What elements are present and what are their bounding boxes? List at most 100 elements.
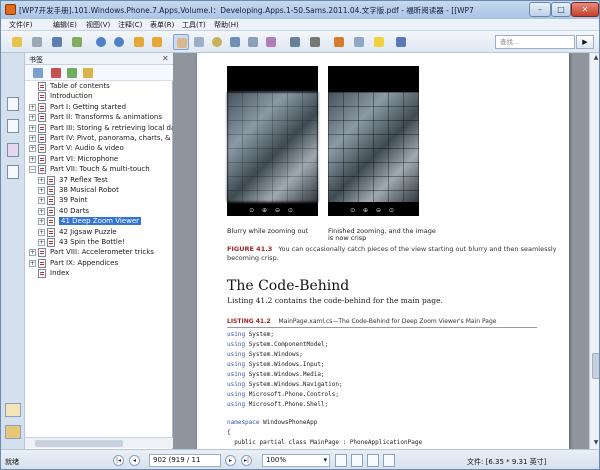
edit-button[interactable] [287, 34, 303, 50]
code-text: Microsoft.Phone.Controls; [248, 391, 339, 398]
bookmark-item[interactable]: +41 Deep Zoom Viewer [25, 216, 173, 227]
typewriter-button[interactable] [307, 34, 323, 50]
layers-tab-icon[interactable] [7, 165, 19, 179]
bookmark-item[interactable]: Index [25, 268, 173, 279]
menu-edit[interactable]: 编辑(E) [53, 20, 77, 30]
search-go-button[interactable]: ▶ [576, 35, 594, 49]
email-button[interactable] [69, 34, 85, 50]
find-button[interactable] [227, 34, 243, 50]
bookmark-item[interactable]: + Part II: Transforms & animations [25, 112, 173, 123]
back-button[interactable] [93, 34, 109, 50]
continuous-facing-icon[interactable] [383, 454, 395, 467]
document-view[interactable]: ⊙ ⊕ ⊖ ⊙ ⊙ ⊕ ⊖ ⊙ Blurry while zooming out… [173, 53, 589, 449]
expand-icon[interactable]: + [38, 218, 45, 226]
bookmark-item[interactable]: − Part VII: Touch & multi-touch [25, 164, 173, 175]
expand-icon[interactable]: + [38, 207, 45, 215]
bookmark-item[interactable]: +39 Paint [25, 195, 173, 206]
maximize-button[interactable]: □ [551, 2, 571, 17]
close-panel-icon[interactable]: ✕ [162, 54, 169, 63]
prev-view-button[interactable] [131, 34, 147, 50]
menu-comment[interactable]: 注释(C) [118, 20, 142, 30]
expand-icon[interactable]: + [38, 176, 45, 184]
bookmark-options-icon[interactable] [33, 68, 43, 78]
open-button[interactable] [9, 34, 25, 50]
attachments-icon[interactable] [5, 403, 21, 417]
bookmark-item[interactable]: +38 Musical Robot [25, 185, 173, 196]
bookmark-item[interactable]: + Part III: Storing & retrieving local da… [25, 123, 173, 134]
typewriter-icon [310, 37, 320, 47]
expand-icon[interactable]: + [29, 103, 36, 111]
bookmark-item[interactable]: Introduction [25, 91, 173, 102]
expand-icon[interactable]: + [38, 187, 45, 194]
annotations-tab-icon[interactable] [7, 143, 19, 157]
bookmark-item[interactable]: + Part IV: Pivot, panorama, charts, & g [25, 133, 173, 144]
expand-icon[interactable]: + [29, 114, 36, 122]
bookmark-item[interactable]: +37 Reflex Test [25, 175, 173, 186]
expand-icon[interactable]: + [38, 197, 45, 205]
expand-icon[interactable]: + [29, 135, 36, 142]
highlight-button[interactable] [371, 34, 387, 50]
pages-tab-icon[interactable] [7, 119, 19, 133]
print-button[interactable] [29, 34, 45, 50]
expand-icon[interactable]: + [29, 259, 36, 267]
next-view-button[interactable] [149, 34, 165, 50]
note-button[interactable] [351, 34, 367, 50]
expand-icon[interactable]: + [38, 228, 45, 236]
next-page-icon[interactable]: ▸ [225, 455, 236, 466]
expand-icon[interactable]: + [38, 239, 45, 246]
delete-bookmark-icon[interactable] [51, 68, 61, 78]
scroll-up-icon[interactable]: ▲ [591, 53, 599, 63]
search-input[interactable]: 查找... [495, 35, 575, 49]
figure-text: You can occasionally catch pieces of the… [227, 245, 557, 262]
bookmark-item[interactable]: + Part I: Getting started [25, 102, 173, 113]
figure-caption: FIGURE 41.3 You can occasionally catch p… [227, 245, 567, 263]
bookmark-item[interactable]: +40 Darts [25, 206, 173, 217]
bookmark-item[interactable]: Table of contents [25, 81, 173, 92]
pointer-button[interactable] [393, 34, 409, 50]
page-number-field[interactable]: 902 (919 / 11 [149, 454, 221, 467]
menu-form[interactable]: 表单(R) [150, 20, 174, 30]
menu-file[interactable]: 文件(F) [9, 20, 33, 30]
bookmark-item[interactable]: +42 Jigsaw Puzzle [25, 227, 173, 238]
bookmarks-hscroll[interactable] [25, 437, 173, 448]
bookmark-item[interactable]: + Part VIII: Accelerometer tricks [25, 247, 173, 258]
menu-help[interactable]: 帮助(H) [214, 20, 239, 30]
facing-icon[interactable] [367, 454, 379, 467]
expand-icon[interactable]: + [29, 155, 36, 163]
paperclip-icon[interactable] [5, 425, 21, 439]
expand-bookmark-icon[interactable] [83, 68, 93, 78]
bookmarks-tab-icon[interactable] [7, 97, 19, 111]
snapshot-button[interactable] [245, 34, 261, 50]
minimize-button[interactable]: – [529, 2, 551, 17]
expand-icon[interactable]: + [29, 124, 36, 132]
comment-button[interactable] [331, 34, 347, 50]
bookmark-item[interactable]: + Part IX: Appendices [25, 258, 173, 269]
continuous-icon[interactable] [351, 454, 363, 467]
menu-view[interactable]: 视图(V) [86, 20, 110, 30]
forward-button[interactable] [111, 34, 127, 50]
bookmark-item[interactable]: +43 Spin the Bottle! [25, 237, 173, 248]
single-page-icon[interactable] [335, 454, 347, 467]
save-button[interactable] [49, 34, 65, 50]
hand-tool-button[interactable] [173, 34, 189, 50]
select-text-button[interactable] [191, 34, 207, 50]
expand-icon[interactable]: + [29, 249, 36, 257]
zoom-select[interactable]: 100% [262, 454, 330, 467]
add-bookmark-icon[interactable] [67, 68, 77, 78]
collapse-icon[interactable]: − [29, 166, 36, 174]
first-page-icon[interactable]: |◂ [113, 455, 124, 466]
bookmark-tool-button[interactable] [263, 34, 279, 50]
last-page-icon[interactable]: ▸| [241, 455, 252, 466]
expand-icon[interactable]: + [29, 145, 36, 153]
document-vscroll[interactable]: ▲ ▼ [589, 53, 599, 449]
scroll-down-icon[interactable]: ▼ [591, 438, 599, 448]
bookmark-item[interactable]: + Part V: Audio & video [25, 143, 173, 154]
prev-page-icon[interactable]: ◂ [129, 455, 140, 466]
hscroll-thumb[interactable] [35, 440, 123, 447]
menu-tools[interactable]: 工具(T) [182, 20, 206, 30]
close-button[interactable]: ✕ [571, 2, 599, 17]
listing-label: LISTING 41.2 [227, 318, 271, 325]
vscroll-thumb[interactable] [592, 353, 599, 379]
bookmark-item[interactable]: + Part VI: Microphone [25, 154, 173, 165]
zoom-button[interactable] [209, 34, 225, 50]
